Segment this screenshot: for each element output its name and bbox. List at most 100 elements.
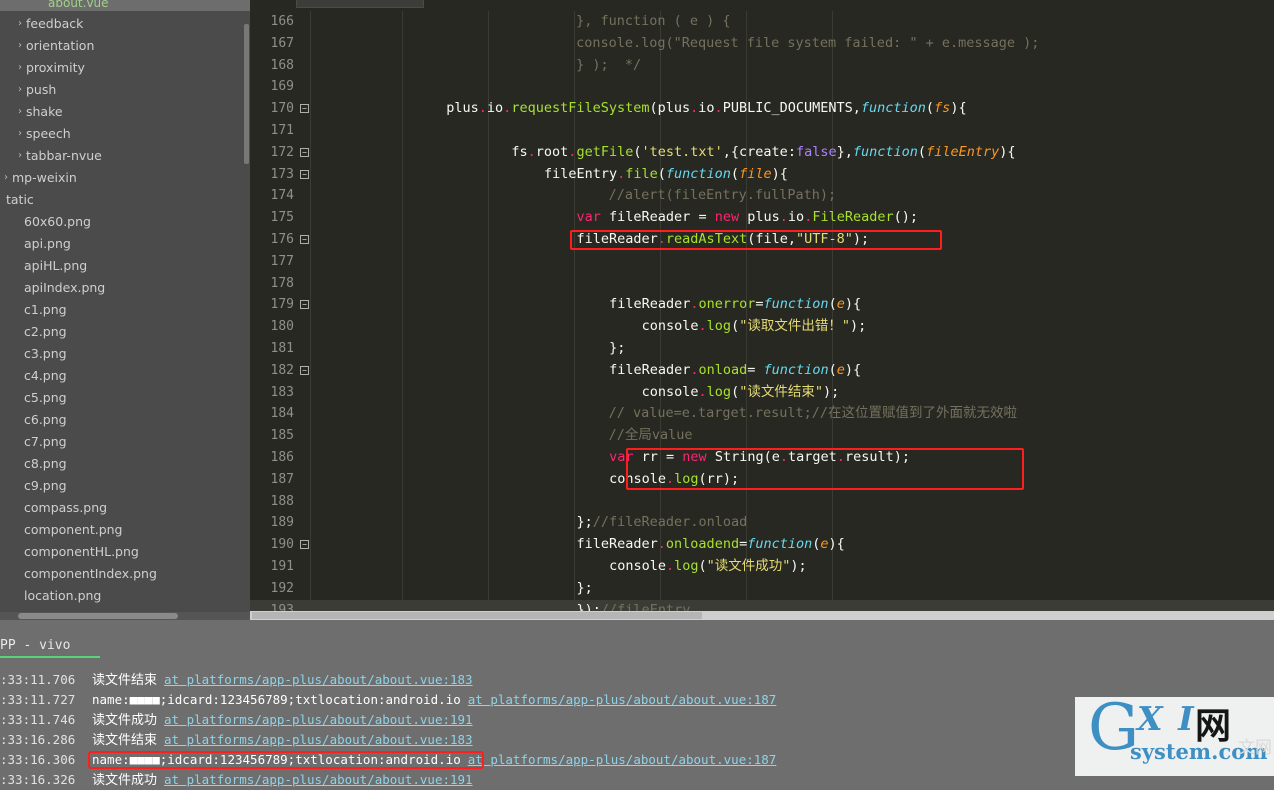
tree-item-mp-weixin[interactable]: › mp-weixin: [0, 166, 244, 188]
tree-item-speech[interactable]: › speech: [0, 122, 244, 144]
log-source-link[interactable]: at platforms/app-plus/about/about.vue:18…: [468, 752, 777, 767]
code-fold-toggle-icon[interactable]: −: [300, 104, 309, 114]
console-tab-app-vivo[interactable]: PP - vivo: [0, 638, 101, 658]
tree-item-tatic[interactable]: tatic: [0, 188, 244, 210]
tree-item-compass-png[interactable]: compass.png: [0, 496, 244, 518]
log-source-link[interactable]: at platforms/app-plus/about/about.vue:19…: [164, 712, 473, 727]
tree-item-c2-png[interactable]: c2.png: [0, 320, 244, 342]
sidebar-horizontal-scrollbar[interactable]: [0, 612, 250, 620]
code-line-176[interactable]: 176− fileReader.readAsText(file,"UTF-8")…: [250, 229, 1274, 251]
chevron-right-icon[interactable]: ›: [14, 40, 26, 51]
code-line-169[interactable]: 169: [250, 76, 1274, 98]
code-line-174[interactable]: 174 //alert(fileEntry.fullPath);: [250, 185, 1274, 207]
active-file-tab-label[interactable]: about.vue: [48, 0, 109, 10]
code-line-175[interactable]: 175 var fileReader = new plus.io.FileRea…: [250, 207, 1274, 229]
tree-item-tabbar-nvue[interactable]: › tabbar-nvue: [0, 144, 244, 166]
tree-item-push[interactable]: › push: [0, 78, 244, 100]
code-line-183[interactable]: 183 console.log("读文件结束");: [250, 382, 1274, 404]
console-log-row[interactable]: :33:11.706 读文件结束 at platforms/app-plus/abo…: [0, 670, 1274, 690]
tree-item-c9-png[interactable]: c9.png: [0, 474, 244, 496]
tree-item-componentindex-png[interactable]: componentIndex.png: [0, 562, 244, 584]
tree-item-shake[interactable]: › shake: [0, 100, 244, 122]
log-source-link[interactable]: at platforms/app-plus/about/about.vue:18…: [164, 672, 473, 687]
code-line-182[interactable]: 182− fileReader.onload= function(e){: [250, 360, 1274, 382]
code-line-166[interactable]: 166 }, function ( e ) {: [250, 11, 1274, 33]
code-line-188[interactable]: 188: [250, 491, 1274, 513]
tree-item-c5-png[interactable]: c5.png: [0, 386, 244, 408]
chevron-right-icon[interactable]: ›: [14, 18, 26, 29]
line-number: 187: [270, 471, 294, 487]
code-line-178[interactable]: 178: [250, 273, 1274, 295]
code-fold-toggle-icon[interactable]: −: [300, 169, 309, 179]
code-fold-toggle-icon[interactable]: −: [300, 365, 309, 375]
editor-hscroll-thumb[interactable]: [252, 612, 702, 619]
tree-item-componenthl-png[interactable]: componentHL.png: [0, 540, 244, 562]
log-message: name:■■■■;idcard:123456789;txtlocation:a…: [92, 752, 461, 767]
tree-item-60x60-png[interactable]: 60x60.png: [0, 210, 244, 232]
code-fold-toggle-icon[interactable]: −: [300, 234, 309, 244]
tree-item-feedback[interactable]: › feedback: [0, 12, 244, 34]
line-number: 171: [270, 122, 294, 138]
line-number: 192: [270, 580, 294, 596]
code-line-168[interactable]: 168 } ); */: [250, 55, 1274, 77]
code-viewport[interactable]: 166 }, function ( e ) {167 console.log("…: [250, 11, 1274, 620]
tree-item-label: apiIndex.png: [24, 279, 106, 295]
chevron-right-icon[interactable]: ›: [14, 62, 26, 73]
watermark-letters-xi: X I: [1137, 699, 1196, 738]
tree-item-apihl-png[interactable]: apiHL.png: [0, 254, 244, 276]
code-line-167[interactable]: 167 console.log("Request file system fai…: [250, 33, 1274, 55]
tree-item-c3-png[interactable]: c3.png: [0, 342, 244, 364]
code-line-text: console.log("读文件成功");: [609, 557, 807, 574]
tree-item-c6-png[interactable]: c6.png: [0, 408, 244, 430]
code-fold-toggle-icon[interactable]: −: [300, 147, 309, 157]
tree-item-apiindex-png[interactable]: apiIndex.png: [0, 276, 244, 298]
code-line-173[interactable]: 173− fileEntry.file(function(file){: [250, 164, 1274, 186]
chevron-right-icon[interactable]: ›: [0, 172, 12, 183]
code-line-180[interactable]: 180 console.log("读取文件出错！");: [250, 316, 1274, 338]
tree-item-c7-png[interactable]: c7.png: [0, 430, 244, 452]
chevron-right-icon[interactable]: ›: [14, 106, 26, 117]
code-line-171[interactable]: 171: [250, 120, 1274, 142]
log-timestamp: :33:11.706: [0, 672, 76, 687]
code-fold-toggle-icon[interactable]: −: [300, 540, 309, 550]
editor-horizontal-scrollbar[interactable]: [250, 611, 1274, 620]
chevron-right-icon[interactable]: ›: [14, 128, 26, 139]
chevron-right-icon[interactable]: ›: [14, 84, 26, 95]
code-lines[interactable]: 166 }, function ( e ) {167 console.log("…: [250, 11, 1274, 620]
tree-item-c8-png[interactable]: c8.png: [0, 452, 244, 474]
code-line-177[interactable]: 177: [250, 251, 1274, 273]
code-line-172[interactable]: 172− fs.root.getFile('test.txt',{create:…: [250, 142, 1274, 164]
code-line-186[interactable]: 186 var rr = new String(e.target.result)…: [250, 447, 1274, 469]
log-source-link[interactable]: at platforms/app-plus/about/about.vue:18…: [468, 692, 777, 707]
tree-item-label: c6.png: [24, 411, 67, 427]
tree-item-proximity[interactable]: › proximity: [0, 56, 244, 78]
file-tree[interactable]: › feedback › orientation › proximity › push › sha…: [0, 11, 244, 606]
editor-tab-chip[interactable]: [296, 0, 424, 8]
code-editor-panel: 166 }, function ( e ) {167 console.log("…: [250, 0, 1274, 620]
code-line-170[interactable]: 170− plus.io.requestFileSystem(plus.io.P…: [250, 98, 1274, 120]
code-line-185[interactable]: 185 //全局value: [250, 425, 1274, 447]
tree-item-c4-png[interactable]: c4.png: [0, 364, 244, 386]
code-line-190[interactable]: 190− fileReader.onloadend=function(e){: [250, 534, 1274, 556]
sidebar-hscroll-thumb[interactable]: [18, 613, 178, 619]
tree-item-location-png[interactable]: location.png: [0, 584, 244, 606]
tree-item-c1-png[interactable]: c1.png: [0, 298, 244, 320]
tree-item-component-png[interactable]: component.png: [0, 518, 244, 540]
code-line-181[interactable]: 181 };: [250, 338, 1274, 360]
log-source-link[interactable]: at platforms/app-plus/about/about.vue:18…: [164, 732, 473, 747]
code-line-184[interactable]: 184 // value=e.target.result;//在这位置赋值到了外…: [250, 403, 1274, 425]
code-line-192[interactable]: 192 };: [250, 578, 1274, 600]
code-fold-toggle-icon[interactable]: −: [300, 300, 309, 310]
code-line-text: fs.root.getFile('test.txt',{create:false…: [511, 143, 1016, 160]
line-number: 168: [270, 57, 294, 73]
code-line-191[interactable]: 191 console.log("读文件成功");: [250, 556, 1274, 578]
tree-item-api-png[interactable]: api.png: [0, 232, 244, 254]
log-source-link[interactable]: at platforms/app-plus/about/about.vue:19…: [164, 772, 473, 787]
code-line-189[interactable]: 189 };//fileReader.onload: [250, 512, 1274, 534]
tree-item-label: feedback: [26, 15, 84, 31]
code-line-187[interactable]: 187 console.log(rr);: [250, 469, 1274, 491]
sidebar-vertical-scrollbar[interactable]: [244, 24, 249, 164]
code-line-179[interactable]: 179− fileReader.onerror=function(e){: [250, 294, 1274, 316]
tree-item-orientation[interactable]: › orientation: [0, 34, 244, 56]
chevron-right-icon[interactable]: ›: [14, 150, 26, 161]
